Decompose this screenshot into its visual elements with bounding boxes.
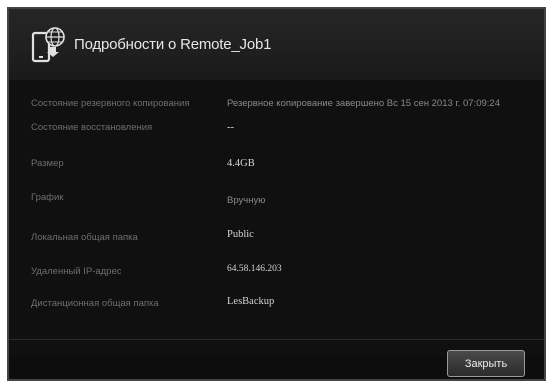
remote-share-label: Дистанционная общая папка <box>31 298 159 309</box>
schedule-label: График <box>31 192 64 203</box>
size-label: Размер <box>31 158 64 169</box>
backup-status-value: Резервное копирование завершено Вс 15 се… <box>227 98 500 109</box>
local-share-value: Public <box>227 229 254 240</box>
restore-status-value: -- <box>227 122 234 133</box>
details-dialog: Подробности о Remote_Job1 Состояние резе… <box>7 7 546 381</box>
footer-divider <box>9 339 544 340</box>
size-value: 4.4GB <box>227 158 255 169</box>
remote-share-value: LesBackup <box>227 296 275 307</box>
remote-ip-value: 64.58.146.203 <box>227 264 282 274</box>
restore-status-label: Состояние восстановления <box>31 122 153 133</box>
dialog-header: Подробности о Remote_Job1 <box>9 9 544 80</box>
remote-ip-label: Удаленный IP-адрес <box>31 266 122 277</box>
local-share-label: Локальная общая папка <box>31 232 138 243</box>
phone-cloud-icon <box>31 27 65 63</box>
dialog-title: Подробности о Remote_Job1 <box>74 36 272 53</box>
close-button[interactable]: Закрыть <box>447 350 525 377</box>
schedule-value: Вручную <box>227 195 266 206</box>
details-list: Состояние резервного копирования Резервн… <box>9 80 544 355</box>
backup-status-label: Состояние резервного копирования <box>31 98 190 109</box>
